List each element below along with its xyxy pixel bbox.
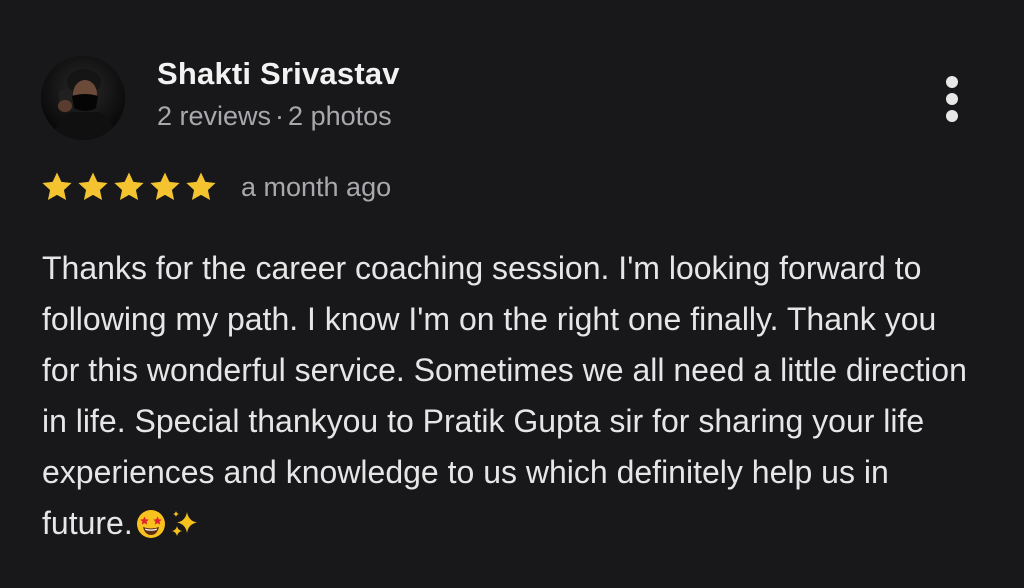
meta-separator: · (275, 101, 285, 131)
star-struck-emoji (135, 508, 167, 540)
review-text: Thanks for the career coaching session. … (42, 243, 972, 549)
star-icon (40, 170, 74, 208)
sparkles-emoji (169, 508, 201, 540)
star-icon (184, 170, 218, 208)
reviewer-meta: 2 reviews · 2 photos (157, 101, 392, 132)
star-rating (40, 170, 218, 208)
review-card: Shakti Srivastav 2 reviews · 2 photos a mo… (0, 0, 1024, 588)
photos-count: 2 photos (288, 101, 392, 131)
reviewer-name[interactable]: Shakti Srivastav (157, 56, 400, 92)
review-time: a month ago (241, 172, 392, 202)
review-body: Thanks for the career coaching session. … (42, 250, 967, 541)
reviews-count: 2 reviews (157, 101, 272, 131)
star-icon (112, 170, 146, 208)
star-icon (148, 170, 182, 208)
star-icon (76, 170, 110, 208)
more-options-button[interactable] (932, 74, 972, 124)
avatar[interactable] (41, 56, 125, 140)
